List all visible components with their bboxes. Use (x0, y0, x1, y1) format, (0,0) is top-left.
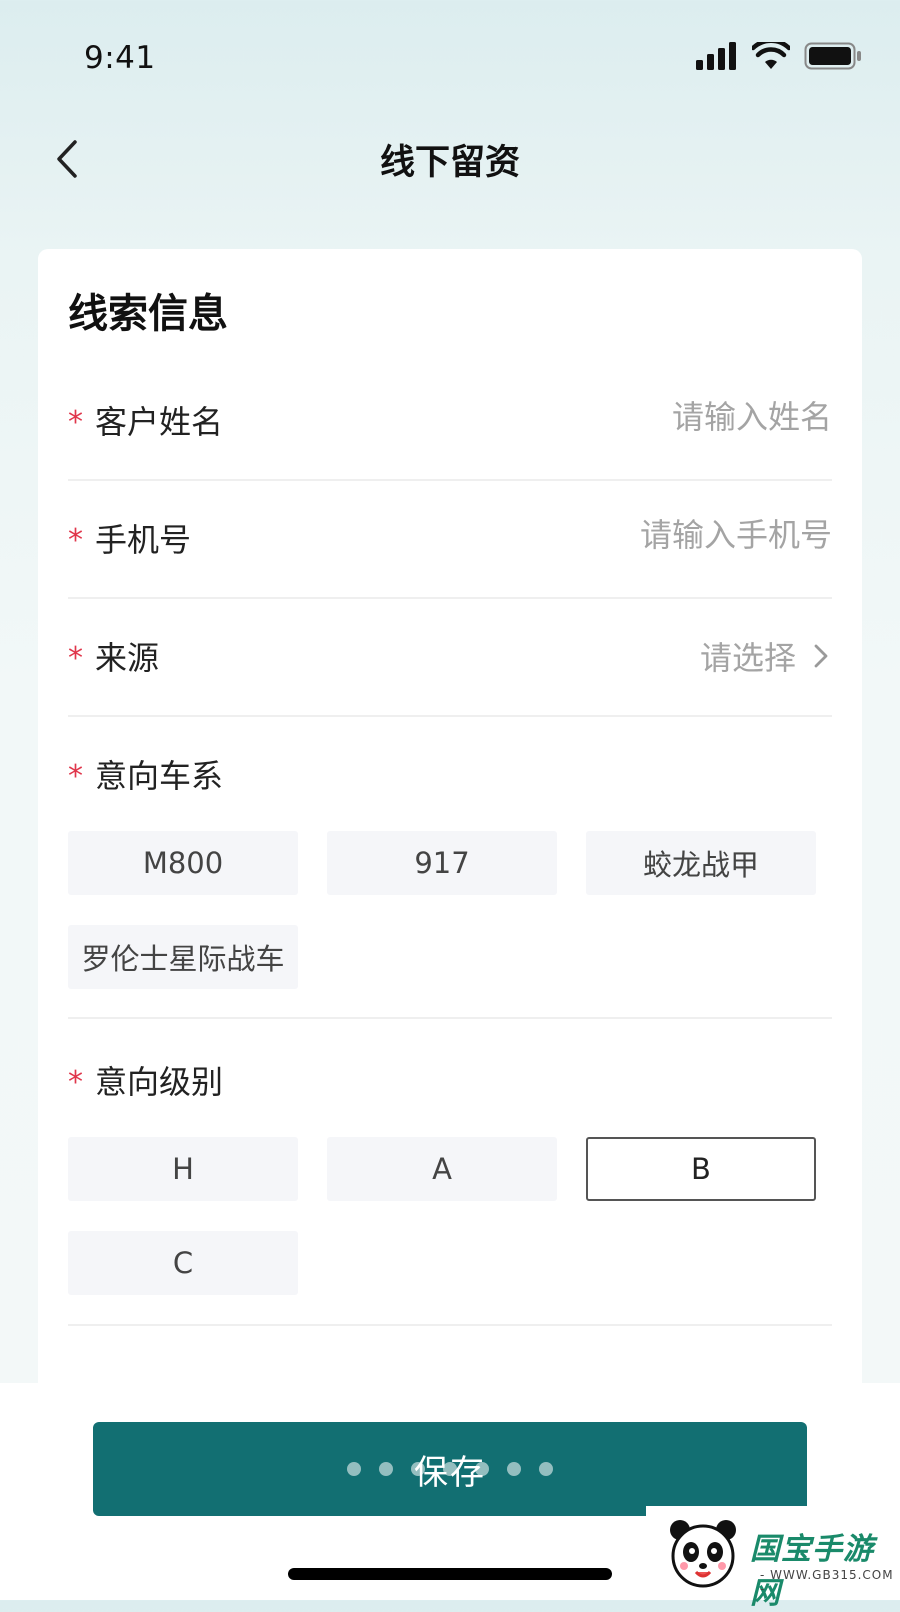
customer-name-label: 客户姓名 (95, 403, 224, 441)
source-row: * 来源 请选择 (68, 595, 832, 717)
level-label: 意向级别 (95, 1063, 224, 1101)
watermark: 国宝手游网 - WWW.GB315.COM - (646, 1506, 900, 1611)
level-option-c[interactable]: C (68, 1231, 298, 1295)
nav-bar: 线下留资 (0, 110, 900, 210)
status-bar: 9:41 (0, 0, 900, 110)
save-label: 保存 (414, 1452, 486, 1493)
required-mark: * (68, 640, 83, 676)
source-select[interactable]: 请选择 (700, 633, 832, 679)
battery-icon (804, 42, 861, 70)
status-time: 9:41 (84, 40, 156, 76)
level-option-b[interactable]: B (586, 1137, 816, 1201)
save-button[interactable]: 保存 (93, 1422, 807, 1516)
watermark-url: - WWW.GB315.COM - (760, 1568, 894, 1596)
level-group: * 意向级别 H A B C (68, 1019, 832, 1326)
source-label: 来源 (95, 639, 160, 677)
series-group: * 意向车系 M800 917 蛟龙战甲 罗伦士星际战车 (68, 713, 832, 1019)
page-title: 线下留资 (379, 143, 520, 183)
required-mark: * (68, 522, 83, 558)
status-icons (696, 38, 862, 74)
wifi-icon (752, 42, 790, 69)
series-option-917[interactable]: 917 (327, 831, 557, 895)
series-label: 意向车系 (95, 757, 224, 795)
customer-name-input[interactable] (472, 387, 832, 447)
signal-icon (696, 42, 736, 70)
phone-row: * 手机号 (68, 477, 832, 599)
phone-input[interactable] (472, 505, 832, 565)
series-option-jiaolong[interactable]: 蛟龙战甲 (586, 831, 816, 895)
chevron-right-icon (814, 644, 828, 668)
section-title: 线索信息 (68, 291, 228, 337)
level-option-h[interactable]: H (68, 1137, 298, 1201)
required-mark: * (68, 1064, 83, 1100)
required-mark: * (68, 758, 83, 794)
required-mark: * (68, 404, 83, 440)
source-select-value: 请选择 (699, 639, 796, 677)
customer-name-row: * 客户姓名 (68, 359, 832, 481)
phone-label: 手机号 (95, 521, 192, 559)
series-option-luolunshi[interactable]: 罗伦士星际战车 (68, 925, 298, 989)
series-option-m800[interactable]: M800 (68, 831, 298, 895)
panda-logo-icon (670, 1520, 736, 1588)
home-indicator (288, 1568, 612, 1580)
lead-info-card: 线索信息 * 客户姓名 * 手机号 * 来源 请选择 * 意向车系 (38, 249, 862, 1389)
level-option-a[interactable]: A (327, 1137, 557, 1201)
